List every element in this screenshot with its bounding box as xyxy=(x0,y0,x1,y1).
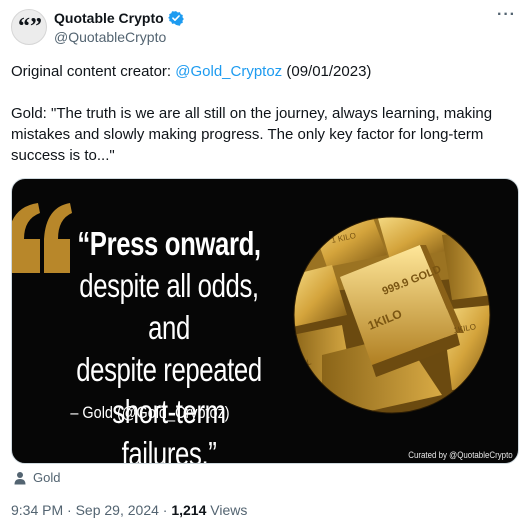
big-quote-mark-icon xyxy=(12,203,72,273)
tweet-date[interactable]: Sep 29, 2024 xyxy=(76,502,159,518)
more-horizontal-icon: ··· xyxy=(497,6,516,23)
views-label: Views xyxy=(206,502,248,518)
tweet-metadata: 9:34 PM · Sep 29, 2024 · 1,214 Views xyxy=(11,502,247,518)
svg-text:“”: “” xyxy=(18,17,41,37)
credit-line: Original content creator: @Gold_Cryptoz … xyxy=(11,61,517,82)
separator: · xyxy=(158,502,172,518)
quote-text: “Press onward, despite all odds, and des… xyxy=(67,223,271,464)
tweet-time[interactable]: 9:34 PM xyxy=(11,502,63,518)
gold-bars-image: 999.9 GOLD 1KILO 1 KILO 1KILO KIL xyxy=(293,216,491,414)
credit-date: (09/01/2023) xyxy=(282,63,372,80)
display-name-text: Quotable Crypto xyxy=(54,10,164,26)
more-options-button[interactable]: ··· xyxy=(497,6,516,24)
media-tag[interactable]: Gold xyxy=(13,470,60,485)
display-name[interactable]: Quotable Crypto xyxy=(54,10,184,26)
quote-attribution: – Gold (@Gold_Cryptoz) xyxy=(70,403,230,422)
user-handle[interactable]: @QuotableCrypto xyxy=(54,29,166,45)
separator: · xyxy=(63,502,76,518)
quote-line: despite all odds, and xyxy=(79,267,259,346)
curated-credit: Curated by @QuotableCrypto xyxy=(408,450,513,460)
person-icon xyxy=(14,471,26,484)
credit-prefix: Original content creator: xyxy=(11,63,176,80)
quote-marks-icon: “” xyxy=(18,17,41,37)
tweet-image[interactable]: “Press onward, despite all odds, and des… xyxy=(11,178,519,464)
views-count: 1,214 xyxy=(171,502,207,518)
avatar[interactable]: “” xyxy=(11,9,47,45)
quote-line: short-term failures.” xyxy=(112,393,226,464)
media-tag-label: Gold xyxy=(33,470,61,485)
verified-badge-icon[interactable] xyxy=(167,10,184,26)
creator-mention-link[interactable]: @Gold_Cryptoz xyxy=(175,63,282,80)
quote-line: “Press onward, xyxy=(77,225,261,262)
quote-line: despite repeated xyxy=(76,351,262,388)
tweet-text: Original content creator: @Gold_Cryptoz … xyxy=(11,61,517,166)
tweet-body: Gold: "The truth is we are all still on … xyxy=(11,105,493,164)
